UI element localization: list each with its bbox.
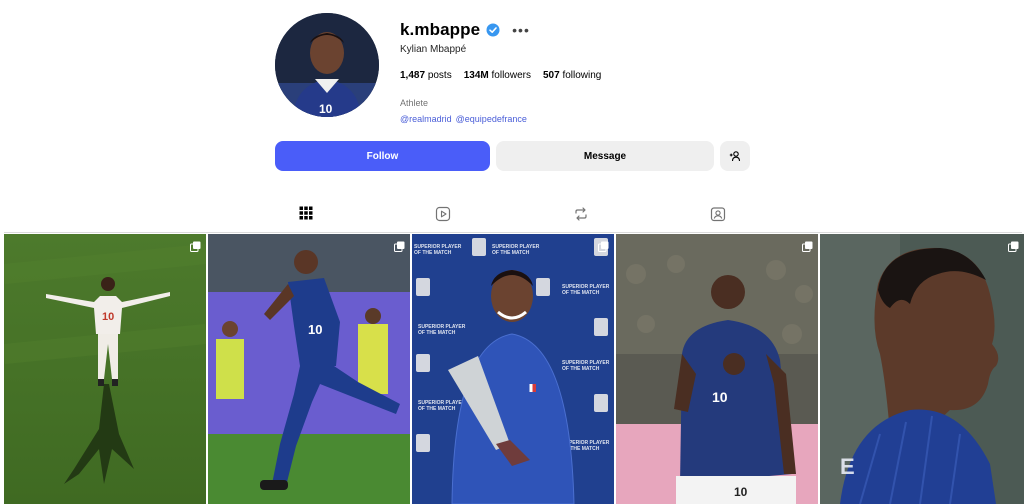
- carousel-icon: [598, 239, 609, 252]
- full-name: Kylian Mbappé: [400, 44, 467, 55]
- grid-icon: [299, 206, 313, 220]
- svg-text:OF THE MATCH: OF THE MATCH: [414, 250, 452, 256]
- svg-text:10: 10: [712, 389, 728, 405]
- tab-tagged[interactable]: [698, 206, 738, 232]
- svg-text:E: E: [840, 454, 855, 479]
- post-image: 10 10: [616, 234, 818, 504]
- post-image: 10: [4, 234, 206, 504]
- carousel-icon: [802, 239, 813, 252]
- post-thumbnail[interactable]: E: [820, 234, 1024, 504]
- followers-count[interactable]: 134M followers: [464, 70, 531, 81]
- mention-link[interactable]: @equipedefrance: [456, 114, 527, 124]
- profile-mentions: @realmadrid @equipedefrance: [400, 114, 601, 124]
- tab-posts[interactable]: [286, 206, 326, 233]
- more-options-icon[interactable]: •••: [512, 23, 530, 37]
- profile-info: k.mbappe ••• Kylian Mbappé 1,487 posts 1…: [400, 18, 601, 124]
- svg-text:10: 10: [102, 311, 114, 323]
- carousel-icon: [190, 239, 201, 252]
- tabs-divider: [4, 232, 1022, 233]
- add-person-icon: [729, 151, 741, 162]
- post-image: 10: [208, 234, 410, 504]
- repost-icon: [575, 207, 587, 221]
- post-thumbnail[interactable]: 10: [4, 234, 206, 504]
- avatar-image: 10: [275, 13, 379, 117]
- tab-reposts[interactable]: [561, 206, 601, 232]
- post-thumbnail[interactable]: 10: [208, 234, 410, 504]
- mention-link[interactable]: @realmadrid: [400, 114, 452, 124]
- follow-button[interactable]: Follow: [275, 141, 490, 171]
- post-thumbnail[interactable]: 10 10: [616, 234, 818, 504]
- following-count[interactable]: 507 following: [543, 70, 601, 81]
- svg-text:OF THE MATCH: OF THE MATCH: [562, 290, 600, 296]
- svg-text:OF THE MATCH: OF THE MATCH: [418, 406, 456, 412]
- posts-count: 1,487 posts: [400, 70, 452, 81]
- svg-text:10: 10: [319, 102, 333, 116]
- suggested-users-button[interactable]: [720, 141, 750, 171]
- username-row: k.mbappe •••: [400, 18, 601, 42]
- post-thumbnail[interactable]: SUPERIOR PLAYER OF THE MATCH SUPERIOR PLA…: [412, 234, 614, 504]
- profile-stats: 1,487 posts 134M followers 507 following: [400, 70, 601, 81]
- carousel-icon: [394, 239, 405, 252]
- message-button[interactable]: Message: [496, 141, 714, 171]
- post-image: SUPERIOR PLAYEROF THE MATCH SUPERIOR PLA…: [412, 234, 614, 504]
- svg-text:OF THE MATCH: OF THE MATCH: [492, 250, 530, 256]
- svg-text:10: 10: [734, 485, 748, 499]
- svg-text:10: 10: [308, 322, 322, 337]
- reels-icon: [435, 206, 451, 222]
- svg-text:OF THE MATCH: OF THE MATCH: [562, 366, 600, 372]
- profile-category: Athlete: [400, 98, 429, 108]
- tagged-icon: [710, 207, 726, 222]
- tab-reels[interactable]: [423, 206, 463, 232]
- svg-text:OF THE MATCH: OF THE MATCH: [418, 330, 456, 336]
- carousel-icon: [1008, 239, 1019, 252]
- verified-badge-icon: [486, 23, 500, 37]
- username: k.mbappe: [400, 20, 481, 39]
- profile-avatar[interactable]: 10: [275, 13, 379, 117]
- posts-grid: 10 10 SUPERIOR PLAYER OF THE MATCH SUPER…: [4, 234, 1024, 504]
- post-image: E: [820, 234, 1024, 504]
